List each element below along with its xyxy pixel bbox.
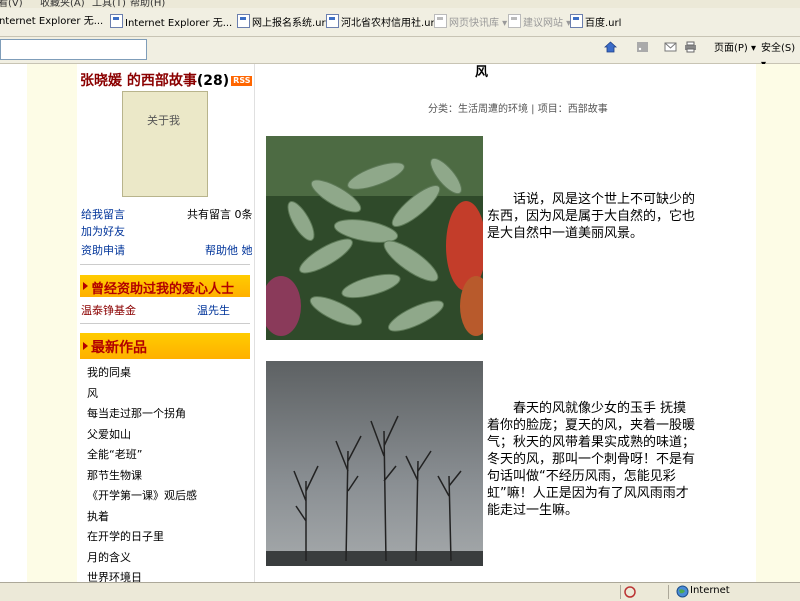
article-title: 风 (475, 65, 489, 80)
safety-menu[interactable]: 安全(S) ▾ (761, 41, 800, 70)
left-margin (27, 64, 77, 582)
command-bar: 页面(P) ▾ 安全(S) ▾ (0, 37, 800, 70)
favorite-label: Internet Explorer 无... (0, 16, 104, 27)
home-button[interactable] (604, 41, 617, 57)
page-icon (110, 14, 123, 28)
web-slice-icon (434, 14, 447, 28)
page-menu[interactable]: 页面(P) ▾ (714, 41, 756, 57)
menu-favorites[interactable]: 收藏夹(A) (40, 0, 85, 8)
post-count: (28) (196, 73, 230, 89)
page-icon (326, 14, 339, 28)
donor-item[interactable]: 温先生 (197, 302, 230, 318)
favorite-enroll[interactable]: 网上报名系统.url (237, 14, 328, 30)
address-input[interactable] (0, 39, 147, 60)
divider (620, 585, 621, 599)
leave-message-link[interactable]: 给我留言 (81, 206, 125, 222)
arrow-icon (83, 282, 88, 290)
rss-badge[interactable]: RSS (231, 76, 253, 86)
favorite-hebei-bank[interactable]: 河北省农村信用社.url (326, 14, 437, 30)
latest-work-item[interactable]: 我的同桌 (87, 364, 131, 380)
feeds-button[interactable] (636, 41, 649, 57)
help-her-link[interactable]: 帮助他 她 (205, 242, 253, 258)
latest-works-heading: 最新作品 (91, 340, 147, 356)
latest-work-item[interactable]: 世界环境日 (87, 569, 142, 582)
favorite-label: 河北省农村信用社.url (341, 18, 438, 29)
status-bar: Internet (0, 582, 800, 601)
suggested-sites-icon (508, 14, 521, 28)
menu-tools[interactable]: 工具(T) (92, 0, 126, 8)
favorite-suggested-sites[interactable]: 建议网站 ▾ (508, 14, 571, 30)
arrow-icon (83, 342, 88, 350)
blog-title-text: 张晓媛 的西部故事 (80, 73, 197, 89)
favorites-bar: Internet Explorer 无... Internet Explorer… (0, 8, 800, 37)
home-icon (604, 41, 617, 53)
favorite-label: 网上报名系统.url (252, 18, 329, 29)
latest-work-item[interactable]: 《开学第一课》观后感 (87, 487, 197, 503)
article-meta: 分类：生活周遭的环境 | 项目：西部故事 (428, 104, 608, 115)
rss-icon (637, 42, 648, 52)
globe-icon (676, 585, 689, 598)
protected-mode-icon[interactable] (624, 585, 636, 599)
security-zone: Internet (690, 585, 730, 596)
favorite-ie-2[interactable]: Internet Explorer 无... (110, 14, 232, 30)
favorite-baidu[interactable]: 百度.url (570, 14, 621, 30)
latest-work-item[interactable]: 每当走过那一个拐角 (87, 405, 186, 421)
divider (80, 264, 250, 265)
trees-photo (266, 361, 483, 566)
latest-works-heading-bar: 最新作品 (80, 333, 250, 359)
favorite-label: 百度.url (585, 18, 622, 29)
divider (668, 585, 669, 599)
plant-photo (266, 136, 483, 340)
menu-view[interactable]: 看(V) (0, 0, 23, 8)
mail-icon (664, 42, 677, 52)
trees-image (266, 361, 483, 566)
donors-heading-bar: 曾经资助过我的爱心人士 (80, 275, 250, 297)
avatar[interactable]: 关于我 (122, 91, 208, 197)
page-icon (237, 14, 250, 28)
right-margin (756, 64, 800, 582)
blog-title[interactable]: 张晓媛 的西部故事(28) RSS (80, 70, 253, 90)
favorite-label: Internet Explorer 无... (125, 18, 233, 29)
sidebar: 张晓媛 的西部故事(28) RSS 关于我 给我留言 共有留言 0条 加为好友 资… (77, 64, 255, 582)
latest-work-item[interactable]: 父爱如山 (87, 426, 131, 442)
latest-work-item[interactable]: 那节生物课 (87, 467, 142, 483)
divider (80, 323, 250, 324)
add-friend-link[interactable]: 加为好友 (81, 223, 125, 239)
apply-aid-link[interactable]: 资助申请 (81, 242, 125, 258)
printer-icon (685, 41, 696, 53)
latest-work-item[interactable]: 执着 (87, 508, 109, 524)
menu-help[interactable]: 帮助(H) (130, 0, 165, 8)
read-mail-button[interactable] (664, 41, 677, 57)
favorite-label: 网页快讯库 ▾ (449, 18, 508, 29)
donors-heading: 曾经资助过我的爱心人士 (91, 282, 235, 297)
latest-work-item[interactable]: 全能“老班” (87, 446, 142, 462)
latest-work-item[interactable]: 风 (87, 385, 98, 401)
favorite-web-slices[interactable]: 网页快讯库 ▾ (434, 14, 507, 30)
latest-work-item[interactable]: 在开学的日子里 (87, 528, 164, 544)
article: 风 分类：生活周遭的环境 | 项目：西部故事 话说，风是这个世上不可缺少的东西，… (258, 64, 756, 582)
article-paragraph-2: 春天的风就像少女的玉手 抚摸着你的脸庞；夏天的风，夹着一股暖气；秋天的风带着果实… (487, 401, 696, 518)
favorite-label: 建议网站 ▾ (523, 18, 572, 29)
favorite-ie-1[interactable]: Internet Explorer 无... (0, 14, 103, 30)
donor-item[interactable]: 温泰铮基金 (81, 302, 136, 318)
menu-bar: 看(V) 收藏夹(A) 工具(T) 帮助(H) (0, 0, 800, 8)
article-paragraph-1: 话说，风是这个世上不可缺少的东西，因为风是属于大自然的，它也是大自然中一道美丽风… (487, 192, 696, 241)
print-button[interactable] (684, 41, 697, 57)
baidu-icon (570, 14, 583, 28)
message-count: 共有留言 0条 (187, 208, 253, 221)
plant-image (266, 136, 483, 340)
avatar-text: 关于我 (147, 114, 180, 127)
latest-work-item[interactable]: 月的含义 (87, 549, 131, 565)
page-content: 张晓媛 的西部故事(28) RSS 关于我 给我留言 共有留言 0条 加为好友 资… (0, 64, 800, 582)
